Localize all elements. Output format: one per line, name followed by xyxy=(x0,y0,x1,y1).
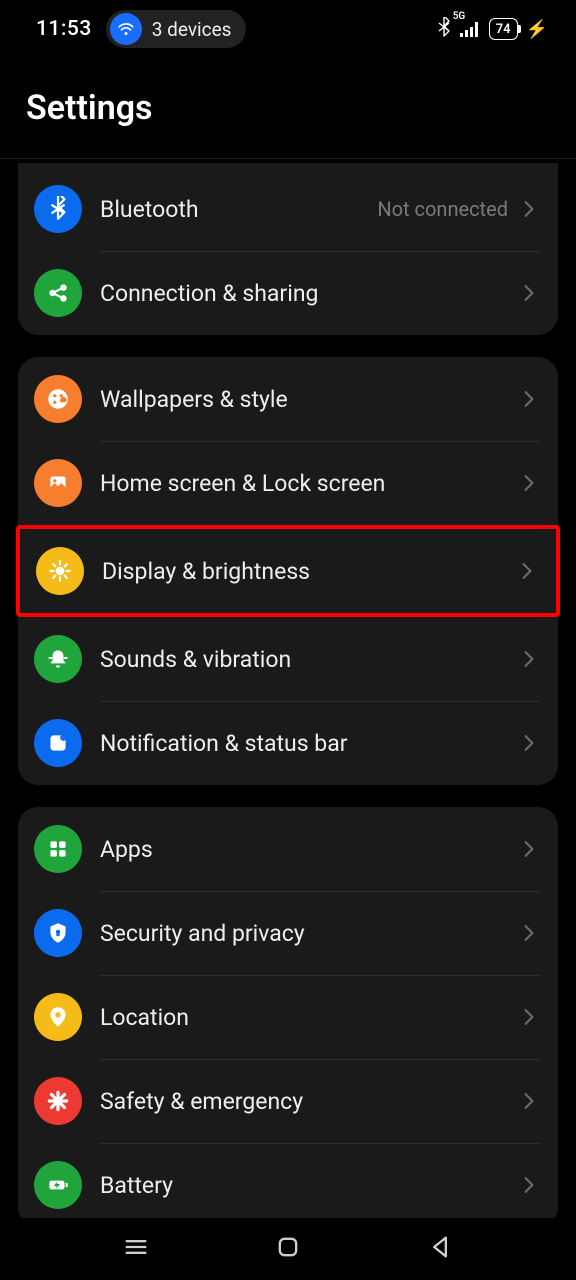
settings-row-sounds[interactable]: Sounds & vibration xyxy=(18,617,558,701)
wifi-icon xyxy=(110,13,142,45)
home-button[interactable] xyxy=(274,1233,302,1265)
highlight-box: Display & brightness xyxy=(16,525,560,617)
bell-icon xyxy=(34,635,82,683)
chevron-right-icon xyxy=(516,560,538,582)
shield-icon xyxy=(34,909,82,957)
chevron-right-icon xyxy=(518,732,540,754)
chevron-right-icon xyxy=(518,472,540,494)
status-bar: 11:53 3 devices 5G 74 ⚡ xyxy=(0,0,576,58)
settings-group-personalization: Wallpapers & style Home screen & Lock scr… xyxy=(18,357,558,785)
status-left: 11:53 3 devices xyxy=(36,10,246,48)
chevron-right-icon xyxy=(518,838,540,860)
chevron-right-icon xyxy=(518,198,540,220)
settings-row-display[interactable]: Display & brightness xyxy=(20,529,556,613)
settings-row-safety[interactable]: Safety & emergency xyxy=(18,1059,558,1143)
bluetooth-status-icon xyxy=(437,17,451,41)
page-header: Settings xyxy=(0,58,576,159)
settings-row-home-lock[interactable]: Home screen & Lock screen xyxy=(18,441,558,525)
chevron-right-icon xyxy=(518,648,540,670)
apps-icon xyxy=(34,825,82,873)
row-label: Apps xyxy=(100,836,518,863)
charging-icon: ⚡ xyxy=(526,19,548,40)
chevron-right-icon xyxy=(518,1006,540,1028)
bluetooth-icon xyxy=(34,185,82,233)
row-label: Security and privacy xyxy=(100,920,518,947)
row-label: Sounds & vibration xyxy=(100,646,518,673)
row-label: Display & brightness xyxy=(102,558,516,585)
row-label: Location xyxy=(100,1004,518,1031)
settings-group-connectivity: BluetoothNot connected Connection & shari… xyxy=(18,163,558,335)
page-title: Settings xyxy=(26,88,550,128)
row-label: Bluetooth xyxy=(100,196,377,223)
settings-row-apps[interactable]: Apps xyxy=(18,807,558,891)
battery-icon xyxy=(34,1161,82,1209)
chevron-right-icon xyxy=(518,922,540,944)
chevron-right-icon xyxy=(518,282,540,304)
row-label: Safety & emergency xyxy=(100,1088,518,1115)
settings-group-system: Apps Security and privacy Location Safety &… xyxy=(18,807,558,1227)
back-button[interactable] xyxy=(426,1233,454,1265)
row-label: Home screen & Lock screen xyxy=(100,470,518,497)
settings-row-location[interactable]: Location xyxy=(18,975,558,1059)
chevron-right-icon xyxy=(518,1174,540,1196)
navigation-bar xyxy=(0,1218,576,1280)
row-status: Not connected xyxy=(377,197,508,221)
settings-row-security[interactable]: Security and privacy xyxy=(18,891,558,975)
battery-indicator: 74 xyxy=(489,18,518,40)
settings-row-wallpapers[interactable]: Wallpapers & style xyxy=(18,357,558,441)
chevron-right-icon xyxy=(518,1090,540,1112)
network-label: 5G xyxy=(453,11,466,22)
recents-button[interactable] xyxy=(122,1233,150,1265)
status-clock: 11:53 xyxy=(36,17,92,41)
signal-icon: 5G xyxy=(459,21,481,37)
settings-row-connection-sharing[interactable]: Connection & sharing xyxy=(18,251,558,335)
chevron-right-icon xyxy=(518,388,540,410)
row-label: Connection & sharing xyxy=(100,280,518,307)
row-label: Notification & status bar xyxy=(100,730,518,757)
palette-icon xyxy=(34,375,82,423)
devices-label: 3 devices xyxy=(152,18,232,41)
settings-row-battery[interactable]: Battery xyxy=(18,1143,558,1227)
settings-row-bluetooth[interactable]: BluetoothNot connected xyxy=(18,167,558,251)
settings-content[interactable]: BluetoothNot connected Connection & shari… xyxy=(0,163,576,1227)
settings-row-notification[interactable]: Notification & status bar xyxy=(18,701,558,785)
row-label: Battery xyxy=(100,1172,518,1199)
emergency-icon xyxy=(34,1077,82,1125)
share-icon xyxy=(34,269,82,317)
brightness-icon xyxy=(36,547,84,595)
devices-pill[interactable]: 3 devices xyxy=(106,10,246,48)
status-right: 5G 74 ⚡ xyxy=(437,17,548,41)
picture-icon xyxy=(34,459,82,507)
row-label: Wallpapers & style xyxy=(100,386,518,413)
location-icon xyxy=(34,993,82,1041)
notification-icon xyxy=(34,719,82,767)
